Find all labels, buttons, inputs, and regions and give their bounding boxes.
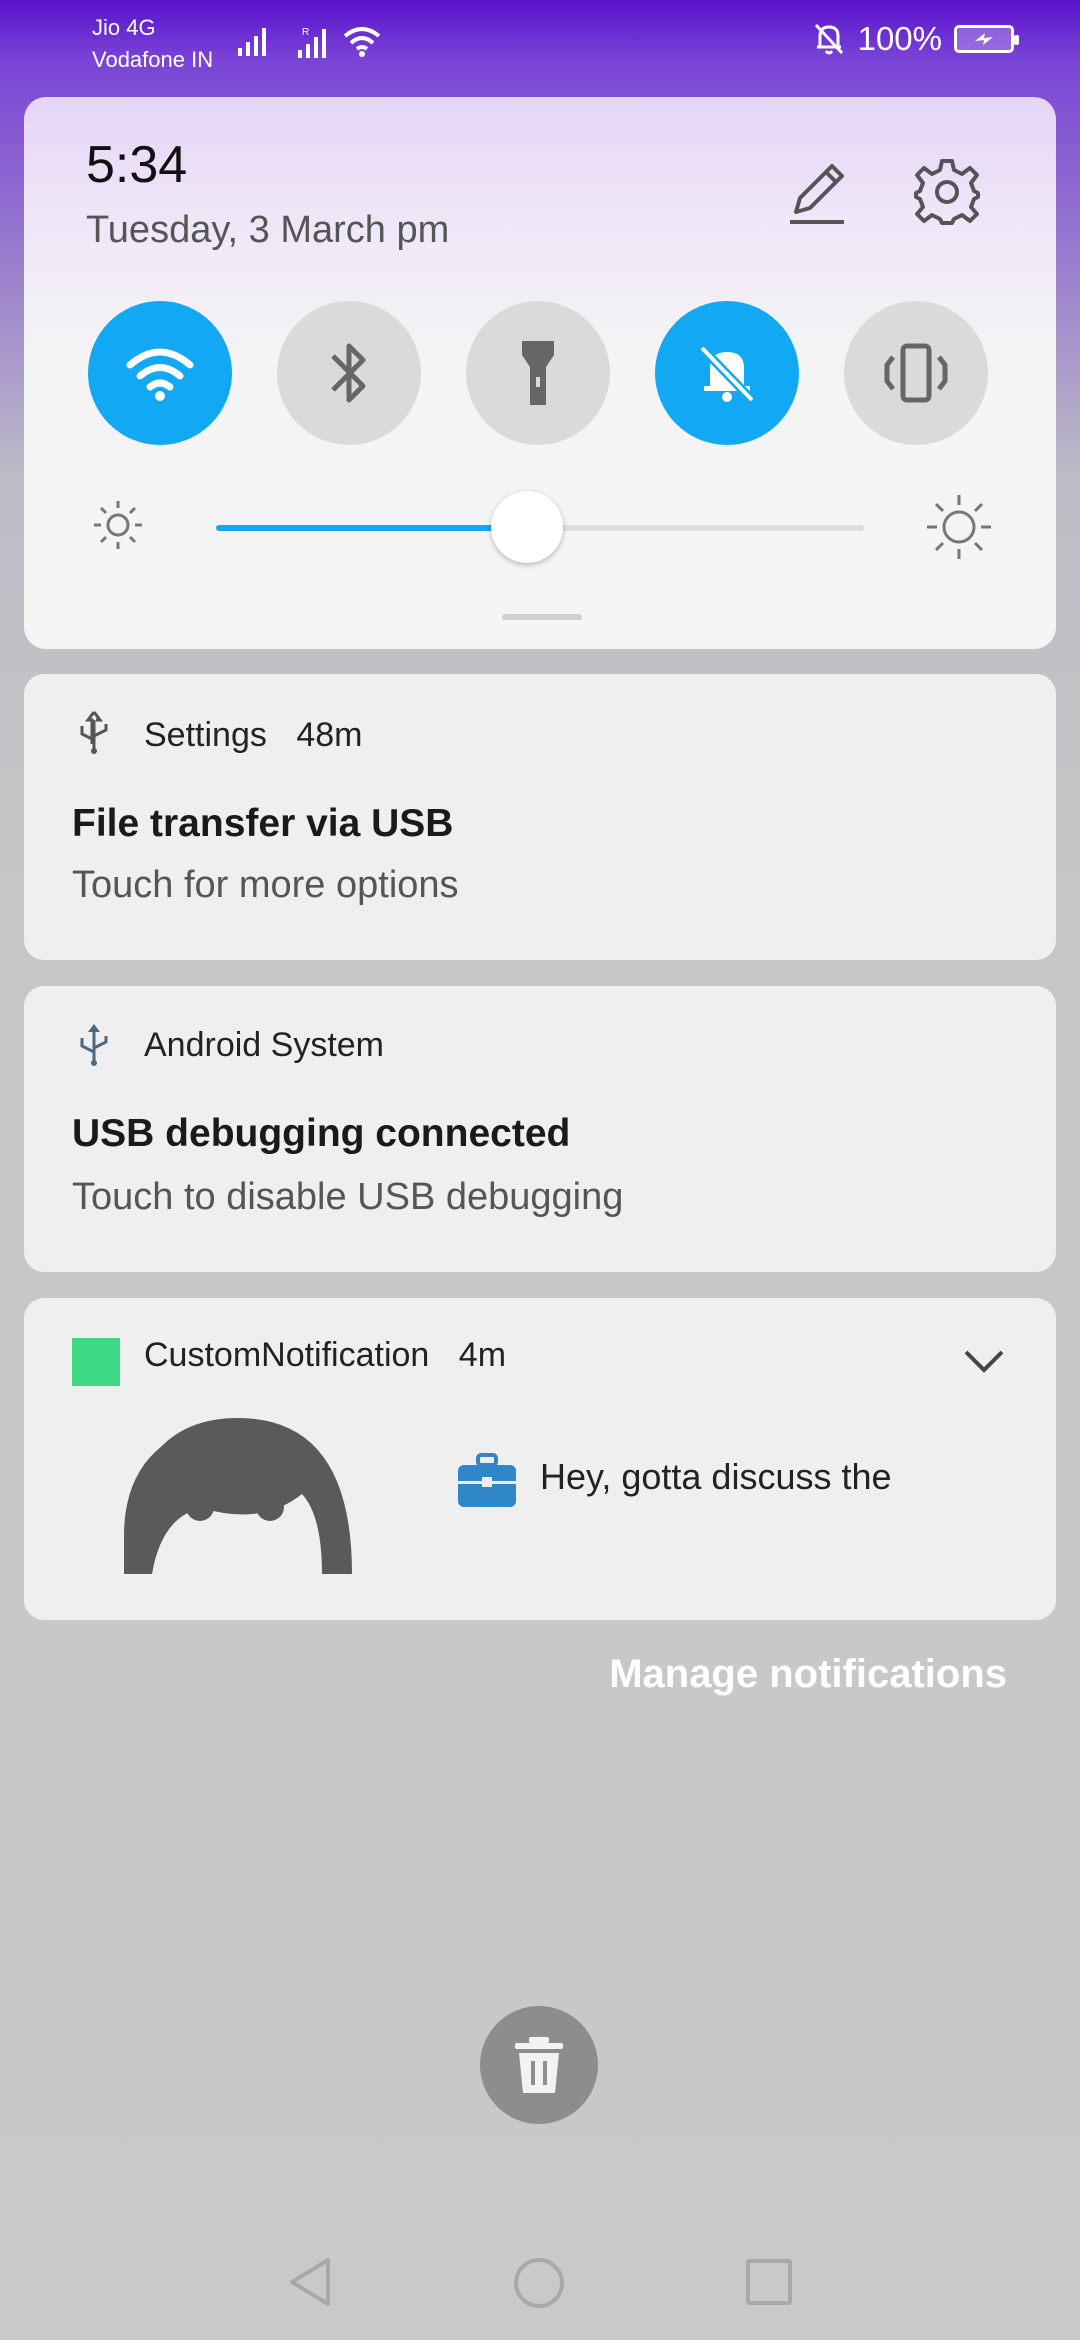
back-icon[interactable] — [286, 2256, 334, 2308]
brightness-low-icon — [94, 501, 142, 549]
wifi-icon — [343, 27, 381, 57]
chevron-down-icon[interactable] — [962, 1346, 1006, 1376]
bell-off-icon — [698, 344, 756, 404]
notification-message: Hey, gotta discuss the — [540, 1456, 892, 1497]
quick-settings-panel: 5:34 Tuesday, 3 March pm — [24, 97, 1056, 649]
manage-notifications-button[interactable]: Manage notifications — [609, 1652, 1007, 1697]
brightness-slider-fill — [216, 525, 527, 531]
clear-all-button[interactable] — [480, 2006, 598, 2124]
status-right: 100% — [812, 20, 1019, 58]
vibrate-icon — [884, 343, 948, 403]
usb-icon — [80, 711, 108, 754]
notification-app-name: CustomNotification — [144, 1336, 430, 1374]
panel-drag-handle[interactable] — [502, 614, 582, 620]
trash-icon — [515, 2037, 563, 2093]
battery-percent: 100% — [857, 20, 942, 57]
notification-text: Touch for more options — [72, 864, 459, 906]
notification-text: Touch to disable USB debugging — [72, 1176, 624, 1218]
roaming-signal-icon: R — [298, 27, 326, 58]
bell-off-icon — [814, 23, 843, 55]
notification-time: 4m — [458, 1336, 507, 1374]
notification-time: 48m — [296, 716, 363, 754]
avatar — [122, 1416, 354, 1574]
flashlight-toggle[interactable] — [466, 301, 610, 445]
navigation-bar — [0, 2230, 1080, 2330]
bluetooth-icon — [331, 343, 366, 403]
notification-usb-file-transfer[interactable]: Settings 48m File transfer via USB Touch… — [24, 674, 1056, 960]
battery-charging-icon — [954, 25, 1019, 53]
notification-custom[interactable]: CustomNotification 4m Hey, gotta discuss… — [24, 1298, 1056, 1620]
svg-text:R: R — [302, 27, 309, 38]
date: Tuesday, 3 March pm — [86, 209, 450, 251]
edit-icon[interactable] — [782, 160, 850, 228]
signal-icon — [238, 28, 266, 56]
notification-app-name: Settings — [144, 716, 267, 754]
notification-app-line: Settings 48m — [144, 716, 362, 755]
bluetooth-toggle[interactable] — [277, 301, 421, 445]
carrier-2: Vodafone IN — [92, 47, 214, 72]
vibrate-toggle[interactable] — [844, 301, 988, 445]
notification-app-name: Android System — [144, 1026, 384, 1064]
brightness-high-icon — [927, 495, 991, 559]
notification-title: File transfer via USB — [72, 802, 454, 845]
app-square-icon — [72, 1338, 120, 1386]
brightness-slider[interactable] — [216, 491, 864, 563]
wifi-toggle[interactable] — [88, 301, 232, 445]
carrier-1: Jio 4G — [92, 15, 156, 40]
wifi-icon — [126, 348, 194, 401]
status-bar: Jio 4G Vodafone IN R 100% — [0, 0, 1080, 90]
recents-icon[interactable] — [746, 2259, 792, 2305]
flashlight-icon — [522, 341, 554, 405]
brightness-slider-thumb[interactable] — [491, 491, 563, 563]
carrier-info: Jio 4G Vodafone IN — [92, 12, 213, 76]
briefcase-icon — [458, 1453, 516, 1507]
gear-icon[interactable] — [912, 157, 982, 227]
quick-toggles — [88, 301, 1008, 445]
silent-toggle[interactable] — [655, 301, 799, 445]
clock: 5:34 — [86, 136, 188, 194]
usb-icon — [80, 1024, 108, 1066]
notification-title: USB debugging connected — [72, 1112, 571, 1155]
notification-usb-debugging[interactable]: Android System USB debugging connected T… — [24, 986, 1056, 1272]
notification-app-line: CustomNotification 4m — [144, 1336, 506, 1375]
home-icon[interactable] — [514, 2258, 564, 2308]
